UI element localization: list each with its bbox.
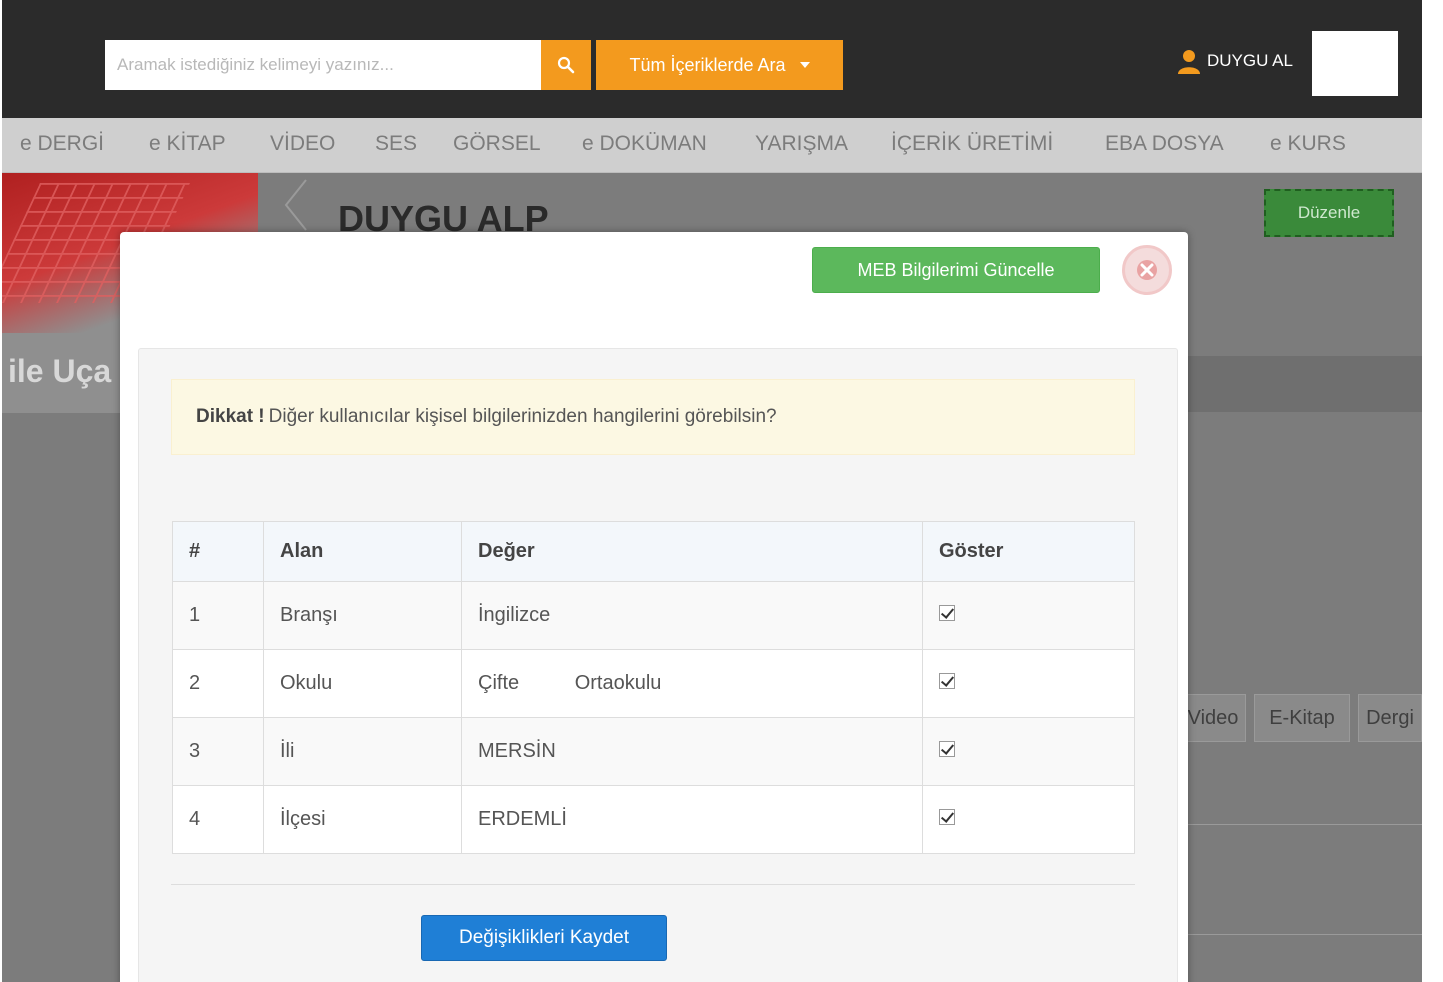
privacy-table: # Alan Değer Göster 1 Branşı İngilizce 2… xyxy=(172,521,1135,854)
row-show-cell xyxy=(922,785,1135,854)
alert-title: Dikkat ! xyxy=(196,406,265,427)
row-number: 3 xyxy=(172,717,264,786)
row-field: Okulu xyxy=(263,649,462,718)
background-strip xyxy=(1188,356,1422,412)
row-field: İli xyxy=(263,717,462,786)
show-checkbox[interactable] xyxy=(939,809,955,825)
row-show-cell xyxy=(922,717,1135,786)
privacy-modal: MEB Bilgilerimi Güncelle Dikkat ! Diğer … xyxy=(120,232,1188,982)
show-checkbox[interactable] xyxy=(939,605,955,621)
row-value: Çifte Ortaokulu xyxy=(461,649,923,718)
row-value: İngilizce xyxy=(461,581,923,650)
row-field: İlçesi xyxy=(263,785,462,854)
warning-alert: Dikkat ! Diğer kullanıcılar kişisel bilg… xyxy=(171,379,1135,455)
nav-item-gorsel[interactable]: GÖRSEL xyxy=(453,132,541,156)
tab-video[interactable]: Video xyxy=(1180,694,1246,742)
column-header-field: Alan xyxy=(263,521,462,582)
user-icon xyxy=(1178,50,1200,74)
tab-ekitap[interactable]: E-Kitap xyxy=(1254,694,1350,742)
edit-profile-button[interactable]: Düzenle xyxy=(1264,189,1394,237)
chevron-left-icon xyxy=(284,179,307,231)
divider xyxy=(1188,934,1422,935)
column-header-show: Göster xyxy=(922,521,1135,582)
row-number: 4 xyxy=(172,785,264,854)
table-row: 1 Branşı İngilizce xyxy=(172,581,1135,650)
nav-item-video[interactable]: VİDEO xyxy=(270,132,335,156)
save-changes-button[interactable]: Değişiklikleri Kaydet xyxy=(421,915,667,961)
main-nav: e DERGİ e KİTAP VİDEO SES GÖRSEL e DOKÜM… xyxy=(2,118,1422,173)
nav-item-yarisma[interactable]: YARIŞMA xyxy=(755,132,848,156)
row-number: 1 xyxy=(172,581,264,650)
table-row: 4 İlçesi ERDEMLİ xyxy=(172,785,1135,854)
table-row: 3 İli MERSİN xyxy=(172,717,1135,786)
row-value: MERSİN xyxy=(461,717,923,786)
nav-item-ses[interactable]: SES xyxy=(375,132,417,156)
search-scope-dropdown[interactable]: Tüm İçeriklerde Ara xyxy=(596,40,843,90)
column-header-number: # xyxy=(172,521,264,582)
search-scope-label: Tüm İçeriklerde Ara xyxy=(629,54,786,75)
show-checkbox[interactable] xyxy=(939,741,955,757)
nav-item-eba-dosya[interactable]: EBA DOSYA xyxy=(1105,132,1224,156)
row-number: 2 xyxy=(172,649,264,718)
banner-text: ile Uça xyxy=(8,353,112,389)
table-row: 2 Okulu Çifte Ortaokulu xyxy=(172,649,1135,718)
update-meb-info-button[interactable]: MEB Bilgilerimi Güncelle xyxy=(812,247,1100,293)
table-header-row: # Alan Değer Göster xyxy=(172,521,1135,582)
column-header-value: Değer xyxy=(461,521,923,582)
close-button[interactable] xyxy=(1122,245,1172,295)
caret-down-icon xyxy=(799,62,810,68)
modal-content-panel: Dikkat ! Diğer kullanıcılar kişisel bilg… xyxy=(138,348,1178,982)
nav-item-ekurs[interactable]: e KURS xyxy=(1270,132,1346,156)
search-input[interactable] xyxy=(105,40,541,90)
nav-item-edokuman[interactable]: e DOKÜMAN xyxy=(582,132,707,156)
show-checkbox[interactable] xyxy=(939,673,955,689)
divider xyxy=(1188,824,1422,825)
nav-item-icerik-uretimi[interactable]: İÇERİK ÜRETİMİ xyxy=(891,132,1053,156)
user-name: DUYGU AL xyxy=(1207,51,1293,70)
redaction-box xyxy=(1312,31,1398,96)
user-menu[interactable]: DUYGU AL xyxy=(1177,48,1293,74)
row-field: Branşı xyxy=(263,581,462,650)
footer-divider xyxy=(171,884,1135,885)
row-show-cell xyxy=(922,581,1135,650)
search-button[interactable] xyxy=(541,40,591,90)
tab-dergi[interactable]: Dergi xyxy=(1358,694,1422,742)
row-value: ERDEMLİ xyxy=(461,785,923,854)
row-show-cell xyxy=(922,649,1135,718)
search-icon xyxy=(557,56,575,74)
nav-item-edergi[interactable]: e DERGİ xyxy=(20,132,104,156)
close-icon xyxy=(1137,260,1157,280)
nav-item-ekitap[interactable]: e KİTAP xyxy=(149,132,226,156)
alert-text: Diğer kullanıcılar kişisel bilgilerinizd… xyxy=(268,406,777,427)
